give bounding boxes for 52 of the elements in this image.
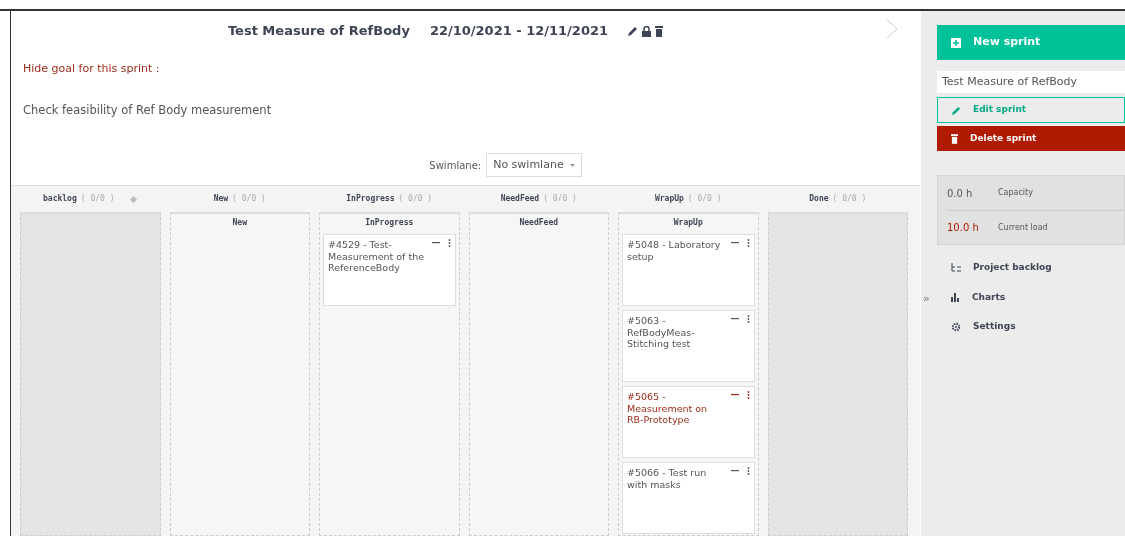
expand-icon[interactable]: »: [923, 291, 930, 308]
trash-icon: [951, 133, 958, 144]
task-card[interactable]: #5065 - Measurement on RB-Prototype: [622, 386, 755, 459]
column-title: Done: [809, 193, 829, 206]
column-title: New: [213, 193, 229, 206]
lane-title: New: [231, 217, 248, 230]
hide-goal-link[interactable]: Hide goal for this sprint :: [23, 62, 160, 75]
swimlane-label: Swimlane:: [429, 158, 482, 173]
column-count: ( 0/0 ): [687, 193, 722, 206]
more-icon[interactable]: [746, 315, 750, 324]
sprint-title: Test Measure of RefBody: [227, 22, 410, 41]
plus-icon: [951, 37, 961, 48]
pencil-icon[interactable]: [628, 26, 639, 36]
column-count: ( 0/0 ): [832, 193, 867, 206]
sprint-goal: Check feasibility of Ref Body measurement: [23, 102, 272, 117]
bar-chart-icon: [951, 292, 960, 302]
lane-title: WrapUp: [672, 217, 704, 230]
column-count: ( 0/0 ): [232, 193, 266, 206]
column-title: backlog: [43, 193, 77, 206]
lock-icon[interactable]: [642, 25, 652, 37]
stat-label: Capacity: [998, 187, 1033, 199]
column-count: ( 0/0 ): [398, 193, 433, 206]
sidebar-nav-item[interactable]: Charts: [937, 282, 1125, 312]
column-count: ( 0/0 ): [543, 193, 577, 206]
column-title: InProgress: [346, 193, 395, 206]
stat-label: Current load: [998, 221, 1048, 234]
pencil-icon: [952, 105, 961, 115]
sprint-dates: 22/10/2021 - 12/11/2021: [429, 22, 609, 41]
sprint-select[interactable]: Test Measure of RefBody: [937, 71, 1125, 93]
trash-icon[interactable]: [655, 25, 664, 37]
tree-icon: [951, 263, 961, 273]
swimlane-select[interactable]: No swimlane: [486, 152, 582, 178]
sidebar-nav-item[interactable]: Settings: [937, 312, 1125, 342]
stat-value: 0.0 h: [947, 186, 974, 201]
more-icon[interactable]: [746, 239, 750, 248]
lane-title: NeedFeed: [518, 217, 559, 230]
column-count: ( 0/0 ): [80, 193, 115, 206]
task-card[interactable]: #5048 - Laboratory setup: [622, 234, 755, 307]
delete-sprint-button[interactable]: Delete sprint: [937, 126, 1125, 151]
task-card[interactable]: #5066 - Test run with masks: [622, 462, 755, 535]
lane-title: InProgress: [364, 217, 415, 230]
more-icon[interactable]: [746, 391, 750, 400]
caret-icon: [569, 163, 575, 167]
stat-value: 10.0 h: [947, 221, 980, 235]
more-icon[interactable]: [746, 467, 750, 476]
sidebar-nav-item[interactable]: Project backlog: [937, 253, 1125, 283]
task-card[interactable]: #4529 - Test-Measurement of the ReferenceBody: [323, 234, 456, 307]
gear-icon: [951, 321, 961, 332]
column-title: NeedFeed: [500, 193, 540, 206]
task-card[interactable]: #5063 - RefBodyMeas-Stitching test: [622, 310, 755, 383]
column-title: WrapUp: [654, 193, 684, 206]
more-icon[interactable]: [447, 239, 451, 248]
